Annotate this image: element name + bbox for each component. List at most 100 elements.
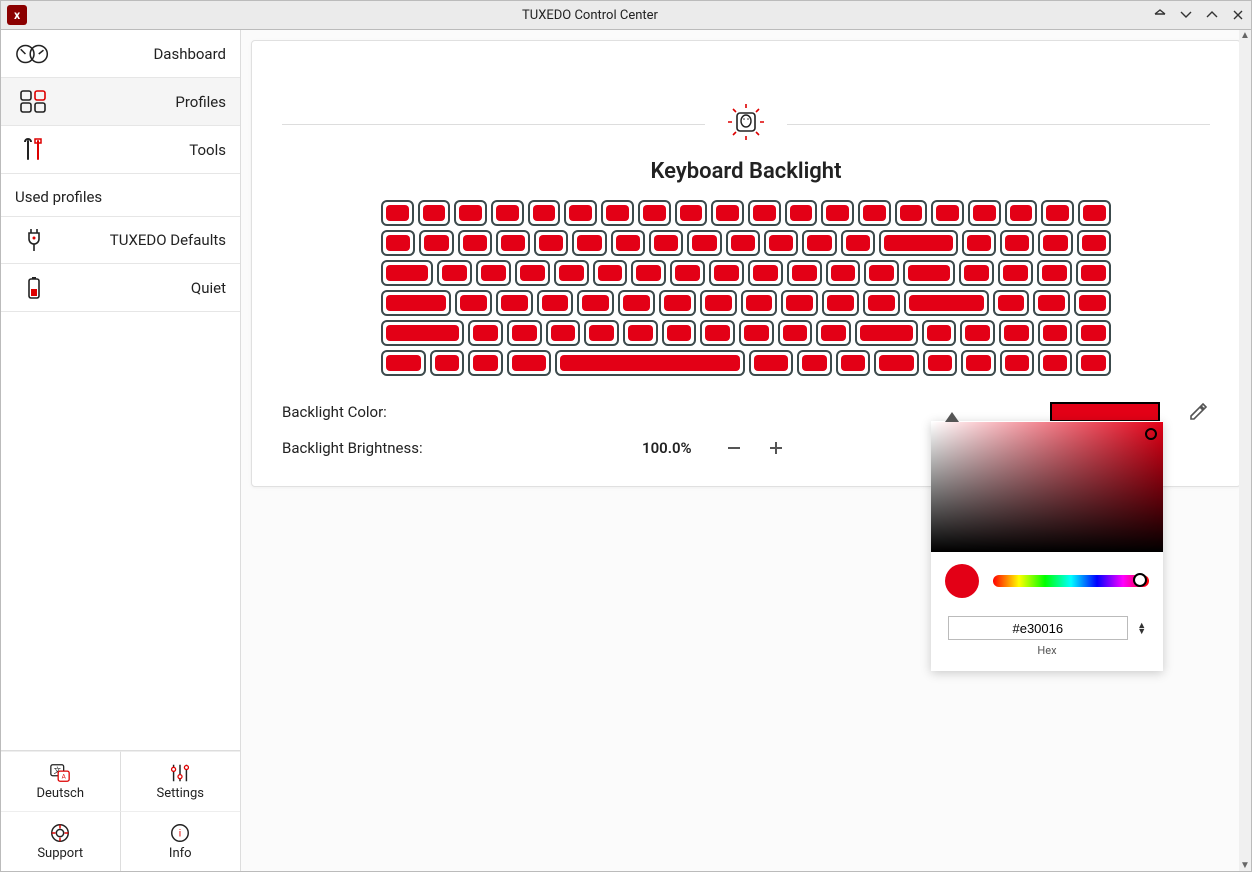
main-content: Keyboard Backlight Backlight Color: Back… [241, 30, 1251, 871]
language-button[interactable]: 文A Deutsch [1, 751, 121, 811]
key [841, 230, 875, 256]
key [855, 320, 917, 346]
key [662, 320, 697, 346]
sidebar-item-profile-defaults[interactable]: TUXEDO Defaults [1, 216, 240, 264]
key [864, 260, 899, 286]
format-toggle[interactable]: ▲▼ [1137, 623, 1146, 635]
sidebar-item-label: TUXEDO Defaults [63, 231, 226, 249]
sidebar-item-profiles[interactable]: Profiles [1, 78, 240, 126]
key [418, 200, 451, 226]
scroll-down-icon[interactable]: ▼ [1239, 860, 1251, 871]
brightness-decrease-button[interactable] [722, 436, 746, 460]
key [577, 290, 614, 316]
hex-input[interactable] [948, 616, 1128, 640]
eyedropper-button[interactable] [1186, 400, 1210, 424]
brightness-value: 100.0% [642, 439, 692, 457]
sidebar: Dashboard Profiles Tools Used profiles T… [1, 30, 241, 871]
svg-text:i: i [179, 829, 181, 840]
key [623, 320, 658, 346]
sidebar-item-tools[interactable]: Tools [1, 126, 240, 174]
hue-slider[interactable] [993, 575, 1149, 587]
key [468, 320, 503, 346]
key [1037, 260, 1072, 286]
key [496, 290, 533, 316]
scroll-up-icon[interactable]: ▲ [1239, 30, 1251, 41]
key [1038, 350, 1072, 376]
key [1000, 350, 1034, 376]
key [1005, 200, 1038, 226]
sliders-icon [169, 762, 191, 784]
key [748, 200, 781, 226]
keyboard-backlight-card: Keyboard Backlight Backlight Color: Back… [251, 40, 1241, 487]
language-icon: 文A [49, 762, 71, 784]
info-button[interactable]: i Info [121, 811, 241, 871]
key [711, 200, 744, 226]
key [454, 200, 487, 226]
key [1076, 350, 1110, 376]
color-picker-popover: ▲▼ Hex [931, 421, 1163, 671]
key [726, 230, 760, 256]
key [923, 350, 957, 376]
color-swatch[interactable] [1050, 402, 1160, 422]
key [764, 230, 798, 256]
key [785, 200, 818, 226]
key [1033, 290, 1070, 316]
key [822, 290, 859, 316]
keep-above-icon[interactable] [1153, 8, 1167, 22]
key [904, 290, 989, 316]
key [700, 320, 735, 346]
key [922, 320, 957, 346]
plug-icon [15, 225, 53, 255]
sidebar-item-label: Profiles [63, 93, 226, 111]
hex-caption: Hex [945, 644, 1149, 657]
sidebar-item-dashboard[interactable]: Dashboard [1, 30, 240, 78]
window-title: TUXEDO Control Center [27, 8, 1153, 23]
key [1038, 320, 1073, 346]
key [507, 350, 552, 376]
key [381, 230, 415, 256]
key [826, 260, 861, 286]
support-icon [49, 822, 71, 844]
key [709, 260, 744, 286]
key [787, 260, 822, 286]
key [437, 260, 472, 286]
sidebar-item-label: Quiet [63, 279, 226, 297]
maximize-icon[interactable] [1205, 8, 1219, 22]
key [749, 350, 794, 376]
support-button[interactable]: Support [1, 811, 121, 871]
scrollbar[interactable]: ▲ ▼ [1239, 30, 1251, 871]
brightness-increase-button[interactable] [764, 436, 788, 460]
popover-arrow [945, 412, 959, 422]
key [458, 230, 492, 256]
key [631, 260, 666, 286]
key [778, 320, 813, 346]
settings-button[interactable]: Settings [121, 751, 241, 811]
support-label: Support [37, 846, 83, 861]
minimize-icon[interactable] [1179, 8, 1193, 22]
key [816, 320, 851, 346]
key [554, 260, 589, 286]
sidebar-item-profile-quiet[interactable]: Quiet [1, 264, 240, 312]
saturation-value-area[interactable] [931, 422, 1163, 552]
info-label: Info [169, 846, 192, 861]
key [638, 200, 671, 226]
tools-icon [15, 135, 53, 165]
key [534, 230, 568, 256]
titlebar: x TUXEDO Control Center [0, 0, 1252, 30]
key [381, 290, 451, 316]
used-profiles-header: Used profiles [1, 174, 240, 216]
hue-cursor[interactable] [1133, 573, 1147, 587]
battery-icon [15, 273, 53, 303]
key [564, 200, 597, 226]
key [687, 230, 721, 256]
key [968, 200, 1001, 226]
key [1041, 200, 1074, 226]
close-icon[interactable] [1231, 8, 1245, 22]
key [593, 260, 628, 286]
key [1076, 260, 1111, 286]
key [993, 290, 1030, 316]
sidebar-item-label: Tools [63, 141, 226, 159]
key [863, 290, 900, 316]
saturation-cursor[interactable] [1145, 428, 1157, 440]
key [836, 350, 870, 376]
